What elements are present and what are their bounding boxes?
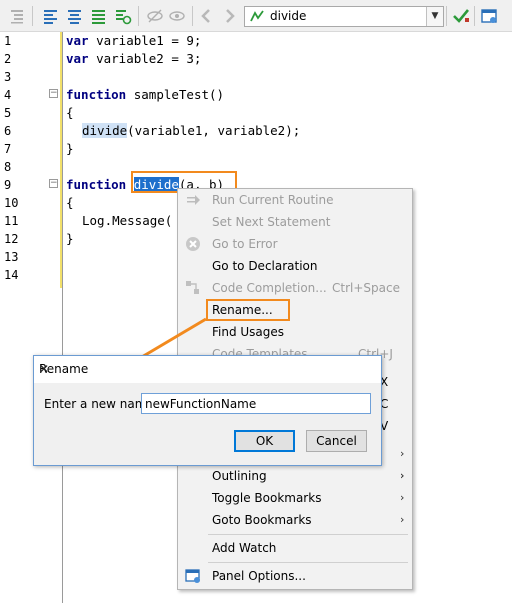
code-text: { — [66, 195, 74, 210]
line-number: 9 — [4, 178, 12, 192]
line-number: 11 — [4, 214, 19, 228]
line-number: 6 — [4, 124, 12, 138]
submenu-arrow-icon: › — [400, 447, 405, 460]
keyword: var — [66, 33, 89, 48]
line-number: 12 — [4, 232, 19, 246]
keyword: function — [66, 87, 127, 102]
line-number: 13 — [4, 250, 19, 264]
menu-item-code-completion[interactable]: Code Completion... — [212, 281, 327, 295]
toolbar-separator — [192, 6, 193, 26]
cancel-button[interactable]: Cancel — [306, 430, 367, 452]
routine-icon — [250, 10, 264, 22]
back-arrow-icon[interactable] — [198, 7, 216, 25]
menu-item-run-current-routine[interactable]: Run Current Routine — [212, 193, 333, 207]
align-left-icon[interactable] — [42, 7, 60, 25]
code-text: } — [66, 141, 74, 156]
keyword: function — [66, 177, 127, 192]
line-number: 1 — [4, 34, 12, 48]
menu-item-find-usages[interactable]: Find Usages — [212, 325, 284, 339]
run-routine-icon — [187, 195, 200, 205]
menu-item-outlining[interactable]: Outlining — [212, 469, 267, 483]
line-number: 4 — [4, 88, 12, 102]
routine-select[interactable]: divide ▼ — [244, 6, 444, 27]
code-line: } — [66, 231, 74, 246]
hide-icon[interactable] — [146, 7, 164, 25]
new-name-input[interactable] — [141, 393, 371, 414]
menu-item-go-to-error[interactable]: Go to Error — [212, 237, 278, 251]
align-center-icon[interactable] — [66, 7, 84, 25]
menu-item-toggle-bookmarks[interactable]: Toggle Bookmarks — [212, 491, 321, 505]
code-text: variable1 = 9; — [88, 33, 202, 48]
menu-separator — [208, 534, 408, 535]
ok-button[interactable]: OK — [234, 430, 295, 452]
step-icon[interactable] — [114, 7, 132, 25]
submenu-arrow-icon: › — [400, 491, 405, 504]
line-number: 8 — [4, 160, 12, 174]
line-number: 14 — [4, 268, 19, 282]
code-text: sampleTest() — [126, 87, 225, 102]
submenu-arrow-icon: › — [400, 469, 405, 482]
close-icon[interactable]: ✕ — [39, 362, 369, 376]
fold-toggle-icon[interactable]: − — [49, 89, 58, 98]
line-number: 5 — [4, 106, 12, 120]
highlighted-reference: divide — [82, 123, 128, 138]
line-number: 2 — [4, 52, 12, 66]
fold-toggle-icon[interactable]: − — [49, 179, 58, 188]
forward-arrow-icon[interactable] — [220, 7, 238, 25]
chevron-down-icon[interactable]: ▼ — [426, 7, 443, 26]
show-icon[interactable] — [168, 7, 186, 25]
shortcut-code-completion: Ctrl+Space — [332, 281, 400, 295]
editor-toolbar: divide ▼ — [0, 0, 512, 32]
code-text: (variable1, variable2); — [127, 123, 301, 138]
code-line: function sampleTest() — [66, 87, 224, 102]
code-text: Log — [82, 213, 105, 228]
error-icon — [186, 237, 200, 251]
menu-item-goto-bookmarks[interactable]: Goto Bookmarks — [212, 513, 312, 527]
menu-item-panel-options[interactable]: Panel Options... — [212, 569, 306, 583]
toolbar-separator — [474, 6, 475, 26]
panel-options-icon — [185, 569, 200, 583]
code-line: divide(variable1, variable2); — [82, 123, 300, 138]
toolbar-separator — [32, 6, 33, 26]
toolbar-separator — [138, 6, 139, 26]
modified-lines-marker — [60, 32, 62, 288]
code-text: variable2 = 3; — [88, 51, 202, 66]
code-line: } — [66, 141, 74, 156]
check-icon[interactable] — [452, 7, 470, 25]
routine-select-value: divide — [270, 9, 307, 23]
dialog-title-bar: Rename ✕ — [34, 356, 381, 383]
line-number: 3 — [4, 70, 12, 84]
menu-separator — [208, 562, 408, 563]
menu-item-set-next-statement[interactable]: Set Next Statement — [212, 215, 330, 229]
align-justify-icon[interactable] — [90, 7, 108, 25]
code-line: var variable1 = 9; — [66, 33, 201, 48]
panel-icon[interactable] — [480, 7, 498, 25]
keyword: var — [66, 51, 89, 66]
code-text: { — [66, 105, 74, 120]
code-text: .Message( — [104, 213, 173, 228]
line-number: 10 — [4, 196, 19, 210]
toolbar-separator — [446, 6, 447, 26]
code-line: { — [66, 105, 74, 120]
rename-dialog: Rename ✕ Enter a new name: OK Cancel — [33, 355, 382, 466]
code-line: var variable2 = 3; — [66, 51, 201, 66]
indent-icon[interactable] — [8, 7, 26, 25]
gutter-divider — [62, 32, 63, 603]
code-completion-icon — [186, 281, 199, 294]
code-line: { — [66, 195, 74, 210]
submenu-arrow-icon: › — [400, 513, 405, 526]
callout-box — [206, 299, 290, 321]
line-number: 7 — [4, 142, 12, 156]
menu-item-add-watch[interactable]: Add Watch — [212, 541, 276, 555]
code-text: } — [66, 231, 74, 246]
menu-item-go-to-declaration[interactable]: Go to Declaration — [212, 259, 318, 273]
code-line: Log.Message( — [82, 213, 172, 228]
